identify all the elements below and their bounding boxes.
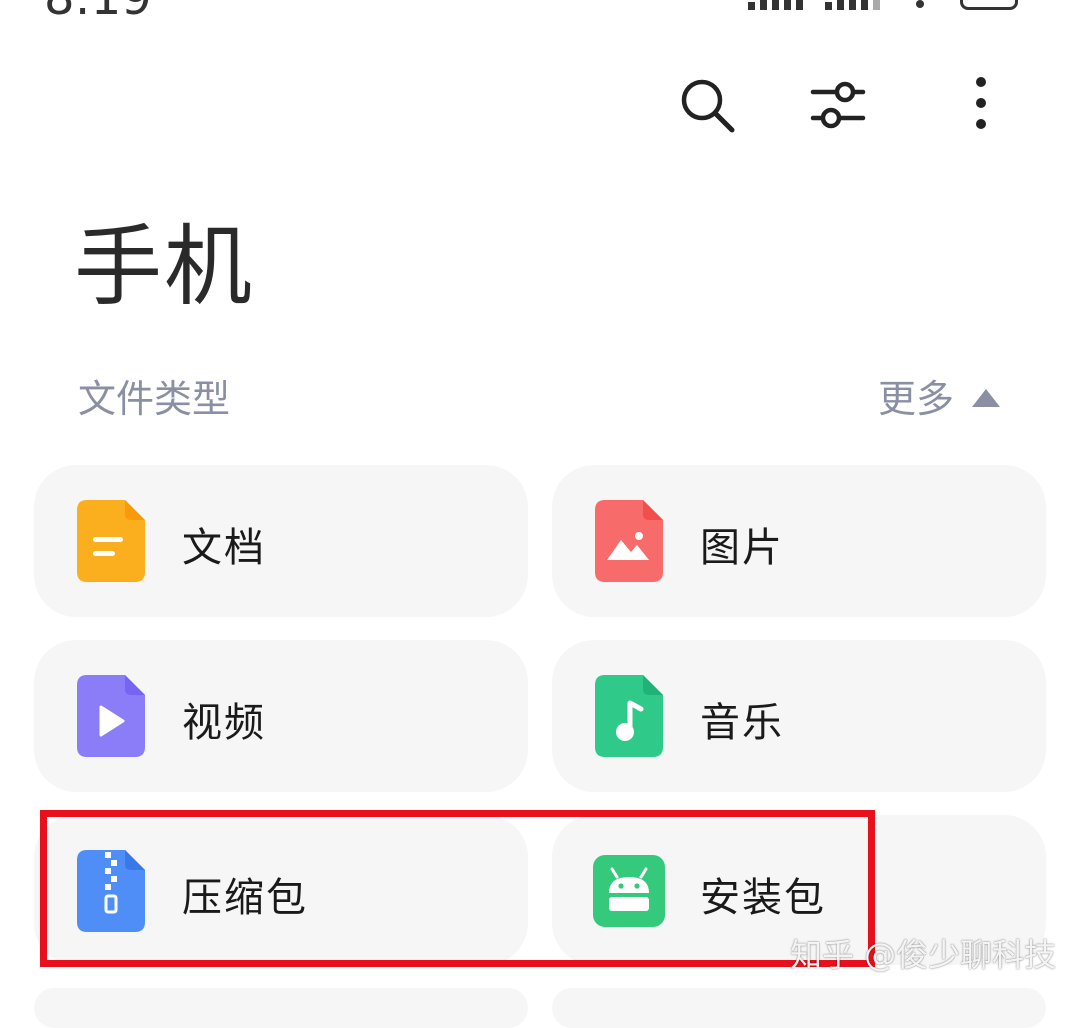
sliders-icon bbox=[810, 81, 866, 129]
more-vertical-icon bbox=[976, 77, 986, 129]
android-icon bbox=[593, 855, 665, 927]
category-card-partial[interactable] bbox=[552, 988, 1046, 1028]
archive-icon bbox=[77, 850, 145, 932]
more-options-button[interactable] bbox=[946, 70, 1016, 140]
wifi-icon bbox=[916, 0, 924, 8]
category-card-music[interactable]: 音乐 bbox=[552, 640, 1046, 792]
category-card-archives[interactable]: 压缩包 bbox=[34, 815, 528, 965]
signal-icon-2 bbox=[825, 0, 880, 10]
category-label: 音乐 bbox=[700, 700, 784, 746]
filter-button[interactable] bbox=[803, 70, 873, 140]
image-icon bbox=[595, 500, 663, 582]
more-toggle[interactable]: 更多 bbox=[878, 368, 1001, 423]
category-label: 文档 bbox=[182, 525, 266, 571]
category-label: 压缩包 bbox=[182, 875, 308, 921]
category-card-documents[interactable]: 文档 bbox=[34, 465, 528, 617]
section-label: 文件类型 bbox=[78, 377, 231, 421]
document-icon bbox=[77, 500, 145, 582]
page-title: 手机 bbox=[74, 215, 255, 318]
music-icon bbox=[595, 675, 663, 757]
category-label: 图片 bbox=[700, 525, 784, 571]
category-card-images[interactable]: 图片 bbox=[552, 465, 1046, 617]
battery-icon: 84 bbox=[960, 0, 1018, 10]
watermark: 知乎 @俊少聊科技 bbox=[790, 936, 1057, 974]
video-icon bbox=[77, 675, 145, 757]
search-button[interactable] bbox=[672, 70, 742, 140]
search-icon bbox=[681, 79, 735, 133]
category-card-partial[interactable] bbox=[34, 988, 528, 1028]
more-label: 更多 bbox=[878, 377, 955, 421]
triangle-up-icon bbox=[972, 388, 1001, 407]
category-label: 视频 bbox=[182, 700, 266, 746]
status-bar-icons: 84 bbox=[748, 0, 1018, 10]
category-label: 安装包 bbox=[700, 875, 826, 921]
category-card-videos[interactable]: 视频 bbox=[34, 640, 528, 792]
status-time: 8:19 bbox=[44, 0, 152, 26]
signal-icon bbox=[748, 0, 803, 10]
